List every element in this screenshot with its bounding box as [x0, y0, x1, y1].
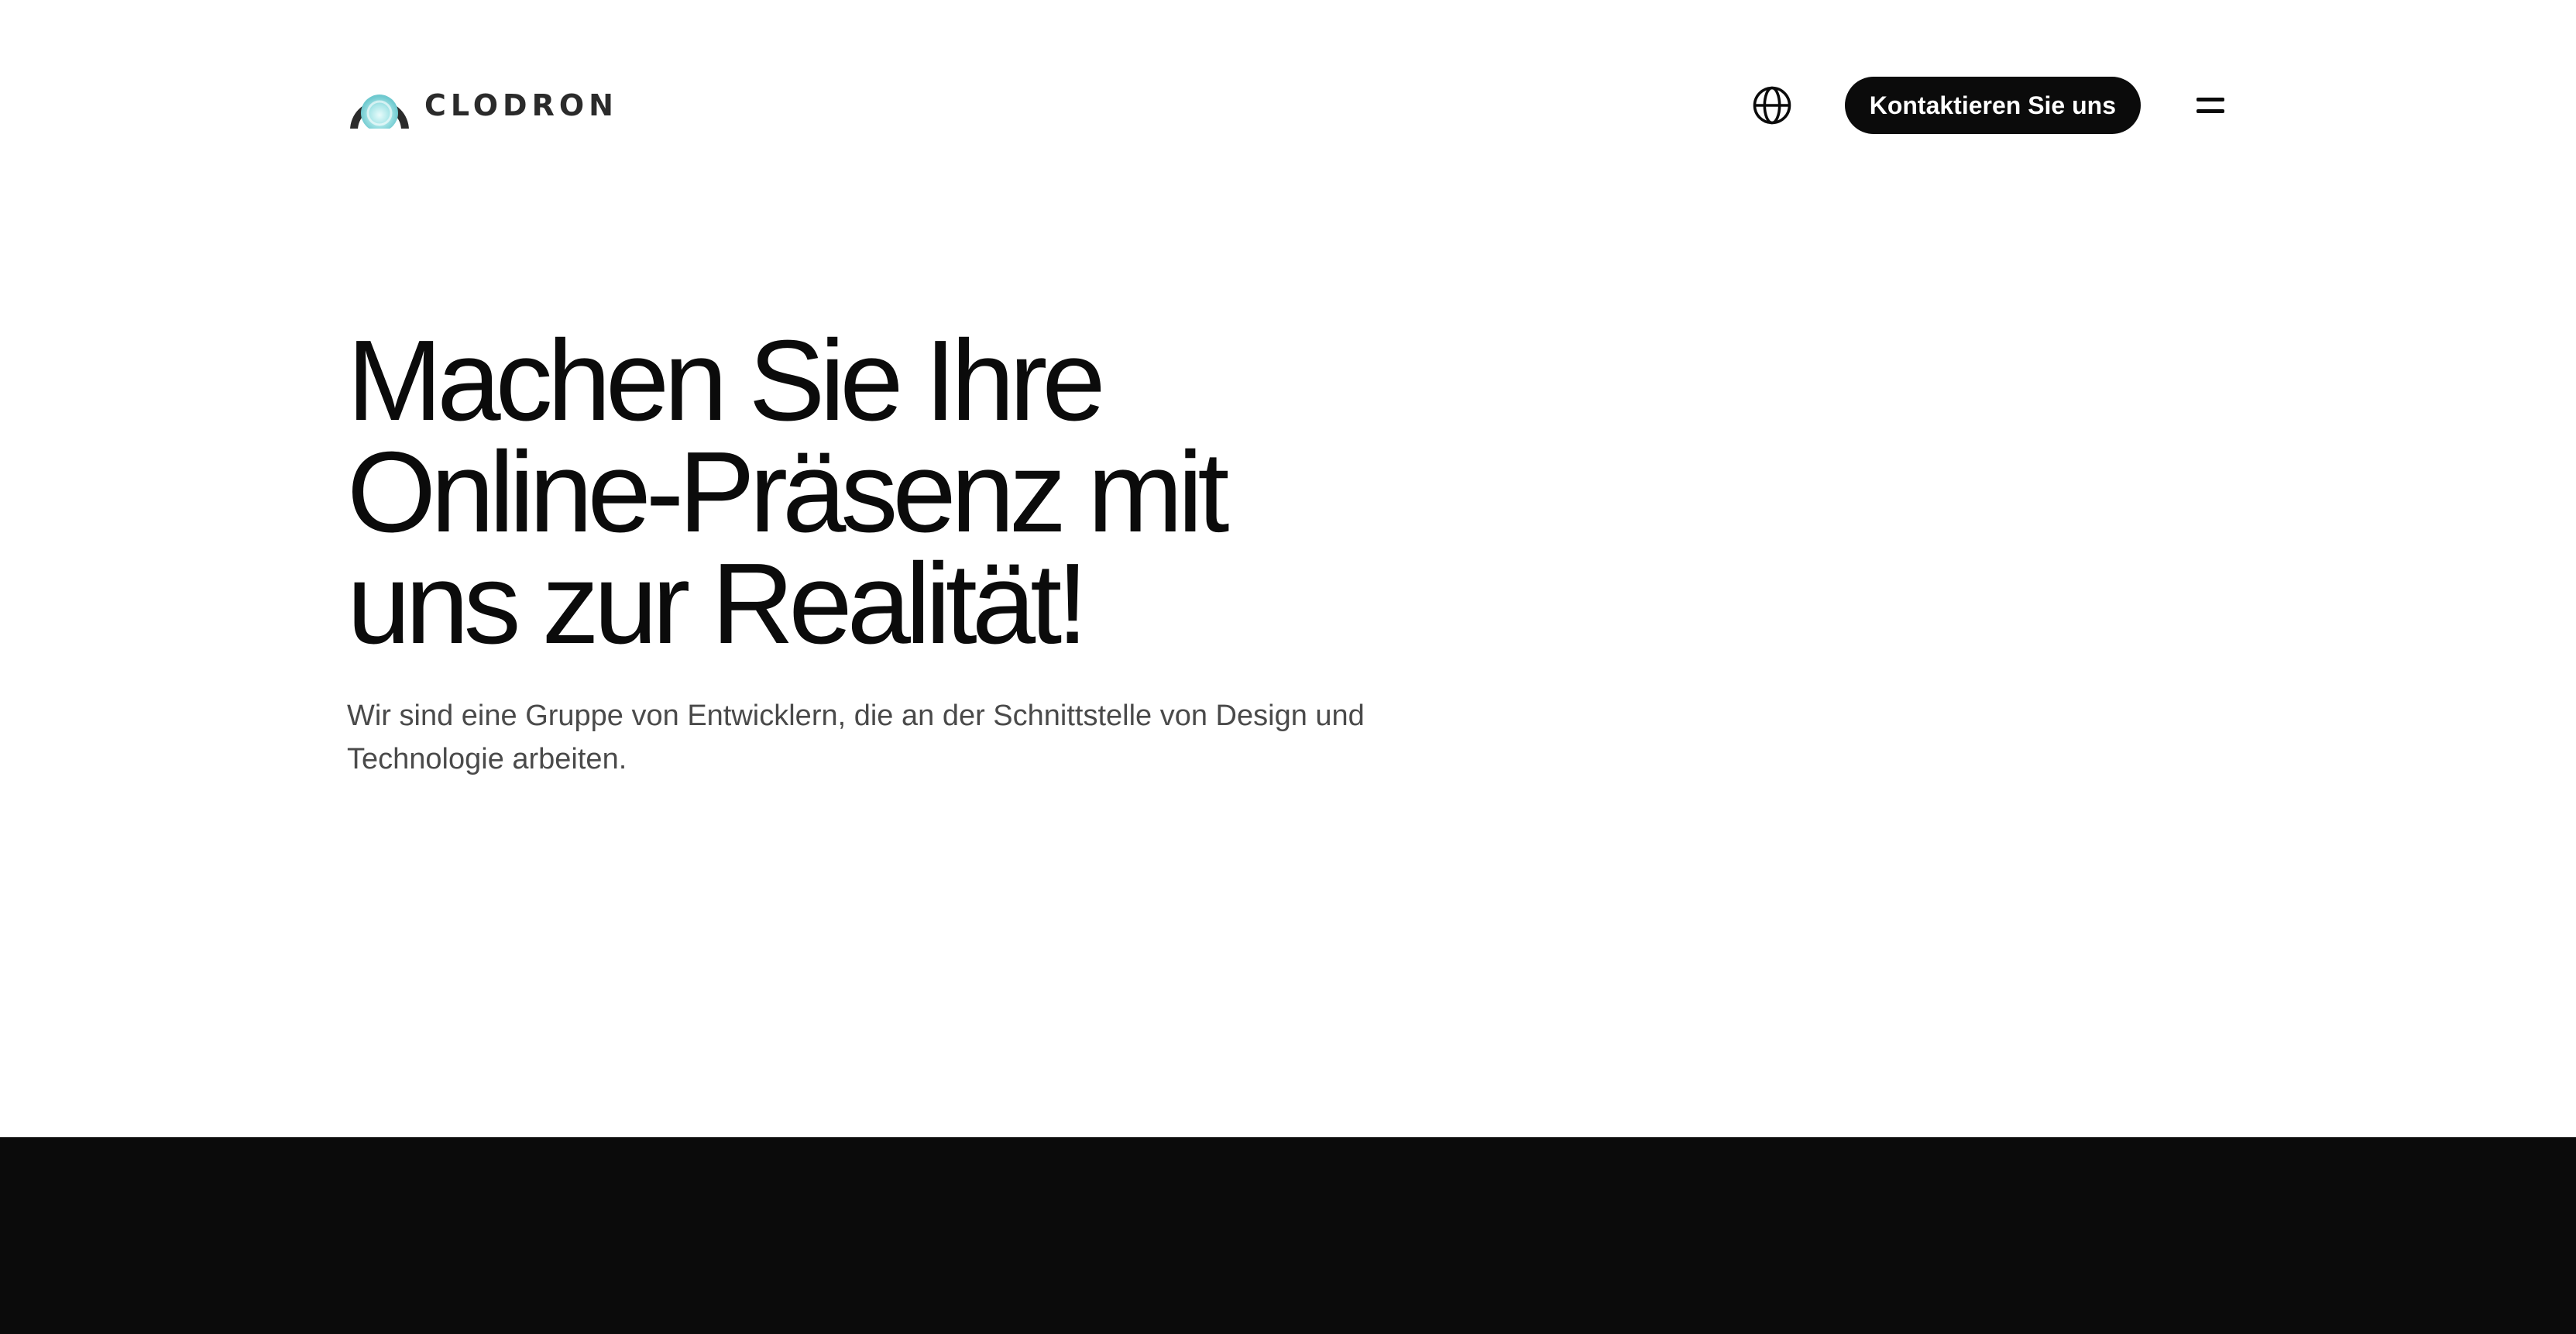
brand-name: CLODRON [424, 88, 618, 122]
menu-icon [2196, 98, 2224, 113]
contact-button[interactable]: Kontaktieren Sie uns [1844, 77, 2141, 134]
hero-section: Machen Sie Ihre Online-Präsenz mit uns z… [347, 317, 1509, 781]
dark-section [0, 1137, 2576, 1334]
hero-title-line: Online-Präsenz mit [347, 428, 1229, 556]
clodron-logo-icon [347, 95, 412, 132]
language-switcher[interactable] [1749, 82, 1795, 129]
menu-button[interactable] [2192, 87, 2229, 124]
site-header: CLODRON Kontaktieren Sie uns [347, 76, 2229, 135]
hero-lead-text: Wir sind eine Gruppe von Entwicklern, di… [347, 700, 1365, 775]
header-actions: Kontaktieren Sie uns [1749, 76, 2229, 135]
brand-logo-link[interactable]: CLODRON [347, 76, 618, 135]
hero-title-line: Machen Sie Ihre [347, 317, 1106, 445]
globe-icon [1753, 86, 1791, 125]
hero-title-line: uns zur Realität! [347, 540, 1088, 668]
hero-title: Machen Sie Ihre Online-Präsenz mit uns z… [347, 317, 1509, 668]
